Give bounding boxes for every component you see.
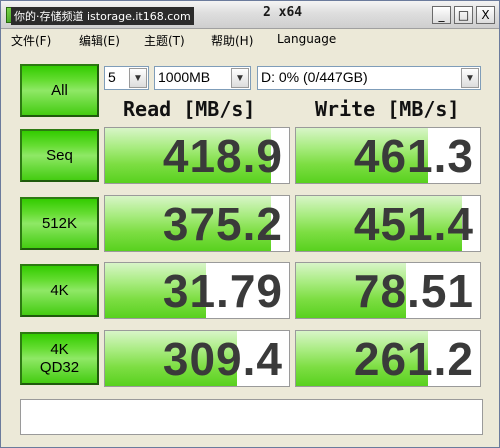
chevron-down-icon: ▼: [129, 68, 147, 88]
read-result-1: 375.2: [104, 195, 290, 252]
write-result-2: 78.51: [295, 262, 481, 319]
menu-edit[interactable]: 编辑(E): [79, 32, 120, 49]
read-result-value: 375.2: [162, 198, 283, 250]
write-result-value: 261.2: [353, 333, 474, 385]
read-result-2: 31.79: [104, 262, 290, 319]
write-result-value: 461.3: [353, 130, 474, 182]
read-result-value: 418.9: [162, 130, 283, 182]
test-size-value: 1000MB: [158, 69, 211, 85]
menu-help[interactable]: 帮助(H): [211, 32, 253, 49]
write-result-value: 78.51: [353, 265, 474, 317]
test-count-value: 5: [108, 69, 116, 85]
menu-file[interactable]: 文件(F): [11, 32, 51, 49]
test-count-select[interactable]: 5 ▼: [104, 66, 149, 90]
minimize-button[interactable]: _: [432, 6, 451, 24]
test-button-3[interactable]: 4K QD32: [20, 332, 99, 385]
chevron-down-icon: ▼: [231, 68, 249, 88]
comment-field[interactable]: [20, 399, 483, 435]
close-button[interactable]: X: [476, 6, 495, 24]
drive-value: D: 0% (0/447GB): [261, 69, 368, 85]
test-button-0[interactable]: Seq: [20, 129, 99, 182]
read-header: Read [MB/s]: [123, 97, 256, 121]
write-result-value: 451.4: [353, 198, 474, 250]
read-result-value: 31.79: [162, 265, 283, 317]
test-button-2[interactable]: 4K: [20, 264, 99, 317]
title-bar[interactable]: 你的·存储频道 istorage.it168.com 2 x64 _ □ X: [1, 1, 499, 29]
write-result-1: 451.4: [295, 195, 481, 252]
app-window: 你的·存储频道 istorage.it168.com 2 x64 _ □ X 文…: [0, 0, 500, 448]
chevron-down-icon: ▼: [461, 68, 479, 88]
menu-theme[interactable]: 主题(T): [144, 32, 185, 49]
run-all-button[interactable]: All: [20, 64, 99, 117]
read-result-0: 418.9: [104, 127, 290, 184]
test-button-1[interactable]: 512K: [20, 197, 99, 250]
write-result-0: 461.3: [295, 127, 481, 184]
write-result-3: 261.2: [295, 330, 481, 387]
read-result-3: 309.4: [104, 330, 290, 387]
read-result-value: 309.4: [162, 333, 283, 385]
menu-language[interactable]: Language: [277, 32, 336, 46]
drive-select[interactable]: D: 0% (0/447GB) ▼: [257, 66, 481, 90]
window-title: 2 x64: [263, 5, 303, 20]
test-size-select[interactable]: 1000MB ▼: [154, 66, 251, 90]
menu-bar: 文件(F) 编辑(E) 主题(T) 帮助(H) Language: [1, 29, 499, 51]
window-title-watermark: 你的·存储频道 istorage.it168.com: [11, 7, 194, 25]
write-header: Write [MB/s]: [315, 97, 460, 121]
maximize-button[interactable]: □: [454, 6, 473, 24]
